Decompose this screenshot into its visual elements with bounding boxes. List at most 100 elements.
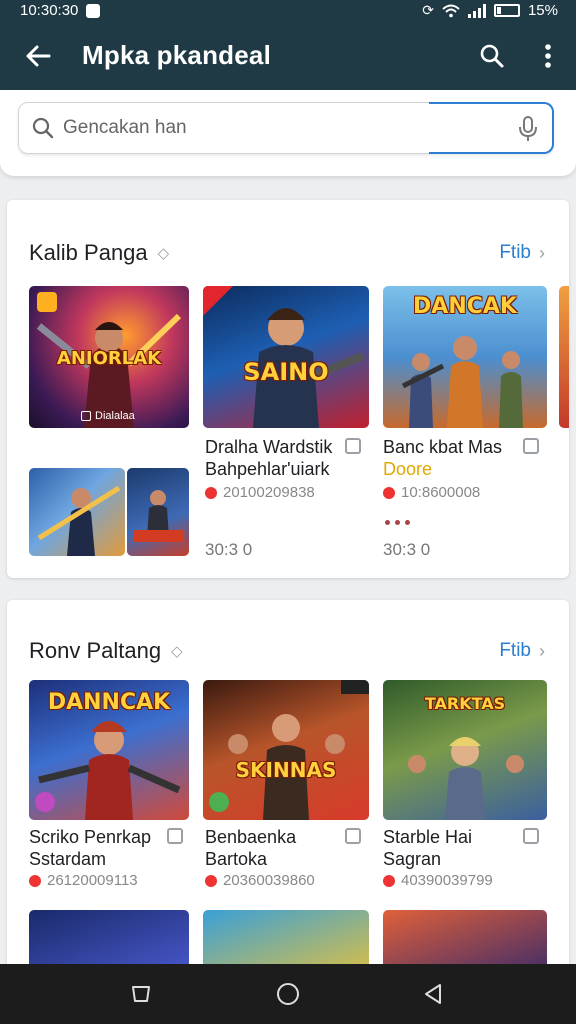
game-meta: 20100209838 [205, 484, 315, 501]
back-button[interactable] [20, 38, 56, 74]
chevron-right-icon: › [539, 242, 545, 263]
dot-indicator [385, 520, 390, 525]
back-nav-button[interactable] [418, 979, 448, 1009]
game-artwork [133, 490, 183, 542]
search-card [0, 90, 576, 176]
game-meta: 20360039860 [205, 872, 315, 889]
ad-tag-icon [523, 438, 539, 454]
game-thumbnail[interactable]: SKINNAS [203, 680, 369, 820]
page-dots [385, 520, 410, 525]
home-button[interactable] [273, 979, 303, 1009]
diamond-icon: ◇ [171, 643, 183, 660]
game-title-line: Benbaenka [205, 827, 297, 847]
game-art-title: SAINO [243, 358, 329, 386]
section-ronv-paltang: Ronv Paltang ◇ Ftib › DANNCAK Scriko Pen… [7, 600, 569, 980]
recents-icon [132, 986, 150, 1002]
game-title-line: Scriko Penrkap [29, 827, 152, 847]
game-title-line: Dralha Wardstik [205, 437, 333, 457]
thumbnail-caption-text: Dialalaa [95, 410, 135, 422]
rating-icon [29, 874, 41, 887]
section-more-link[interactable]: Ftib › [499, 242, 545, 264]
ad-tag-icon [345, 828, 361, 844]
section-more-link[interactable]: Ftib › [499, 640, 545, 662]
diamond-icon: ◇ [157, 245, 170, 262]
chevron-right-icon: › [539, 640, 545, 661]
system-nav-bar [0, 964, 576, 1024]
ad-tag-icon [523, 828, 539, 844]
sync-icon: ⟳ [422, 2, 434, 18]
game-title-line: Bahpehlar'uiark [205, 459, 330, 479]
section-more-label: Ftib [499, 640, 531, 661]
game-title: Banc kbat Mas Doore [383, 436, 533, 480]
game-art-title: TARKTAS [424, 694, 506, 713]
ad-tag-icon [167, 828, 183, 844]
section-more-label: Ftib [499, 242, 531, 263]
microphone-icon[interactable] [517, 115, 539, 143]
game-meta-text: 20360039860 [223, 872, 315, 889]
rating-icon [205, 486, 217, 499]
game-title: Dralha Wardstik Bahpehlar'uiark [205, 436, 355, 480]
more-vert-icon [545, 44, 551, 68]
recents-button[interactable] [126, 979, 156, 1009]
status-time: 10:30:30 [20, 2, 79, 19]
game-thumbnail[interactable]: TARKTAS [383, 680, 547, 820]
game-meta: 40390039799 [383, 872, 493, 889]
game-artwork [37, 485, 121, 556]
game-art-title: DANNCAK [47, 690, 171, 715]
rating-icon [383, 486, 395, 499]
arrow-left-icon [26, 45, 51, 67]
game-thumbnail[interactable]: DANNCAK [29, 680, 189, 820]
section-title: Kalib Panga [29, 240, 148, 265]
game-title-line: Banc kbat Mas [383, 437, 503, 457]
caption-icon [81, 411, 91, 421]
status-bar: 10:30:30 ⟳ 15% [0, 0, 576, 22]
search-bar[interactable] [18, 102, 554, 154]
app-bar: Mpka pkandeal [0, 22, 576, 90]
game-title: Starble Hai Sagran [383, 826, 533, 870]
rating-icon [383, 874, 395, 887]
game-art-title: SKINNAS [235, 758, 337, 782]
game-title-line: Starble Hai [383, 827, 473, 847]
rating-icon [205, 874, 217, 887]
game-price: 30:3 0 [205, 540, 253, 559]
game-title-line: Sstardam [29, 849, 107, 869]
game-meta-text: 26120009113 [47, 872, 138, 889]
thumbnail-caption: Dialalaa [81, 410, 135, 422]
game-price: 30:3 0 [383, 540, 431, 559]
page-title: Mpka pkandeal [82, 40, 271, 70]
more-options-button[interactable] [530, 38, 566, 74]
ad-tag-icon [345, 438, 361, 454]
game-meta-text: 20100209838 [223, 484, 315, 501]
search-button[interactable] [474, 38, 510, 74]
game-thumbnail-small[interactable] [127, 468, 189, 556]
section-kalib-panga: Kalib Panga ◇ Ftib › ANIORLAK Dialalaa S… [7, 200, 569, 578]
game-thumbnail[interactable]: SAINO [203, 286, 369, 428]
publisher-logo-icon [35, 792, 55, 812]
game-meta-text: 10:8600008 [401, 484, 481, 501]
dot-indicator [395, 520, 400, 525]
home-icon [277, 983, 299, 1005]
game-title: Scriko Penrkap Sstardam [29, 826, 179, 870]
publisher-logo-icon [37, 292, 57, 312]
signal-icon [467, 3, 486, 18]
game-title-line: Doore [383, 459, 433, 479]
notification-icon [86, 3, 101, 18]
game-art-title: DANCAK [413, 294, 517, 319]
game-thumbnail[interactable] [559, 286, 569, 428]
back-triangle-icon [425, 984, 441, 1004]
dot-indicator [405, 520, 410, 525]
search-input[interactable] [63, 113, 463, 143]
game-thumbnail[interactable]: DANCAK [383, 286, 547, 428]
game-meta-text: 40390039799 [401, 872, 493, 889]
search-icon [480, 44, 504, 68]
section-header: Kalib Panga ◇ [29, 240, 169, 266]
wifi-icon [442, 4, 460, 17]
game-thumbnail[interactable]: ANIORLAK Dialalaa [29, 286, 189, 428]
game-thumbnail-small[interactable] [29, 468, 125, 556]
search-icon [32, 117, 54, 139]
game-art-title: ANIORLAK [56, 348, 162, 369]
section-title: Ronv Paltang [29, 638, 162, 663]
game-title-line: Bartoka [205, 849, 268, 869]
game-meta: 26120009113 [29, 872, 138, 889]
section-header: Ronv Paltang ◇ [29, 638, 183, 664]
